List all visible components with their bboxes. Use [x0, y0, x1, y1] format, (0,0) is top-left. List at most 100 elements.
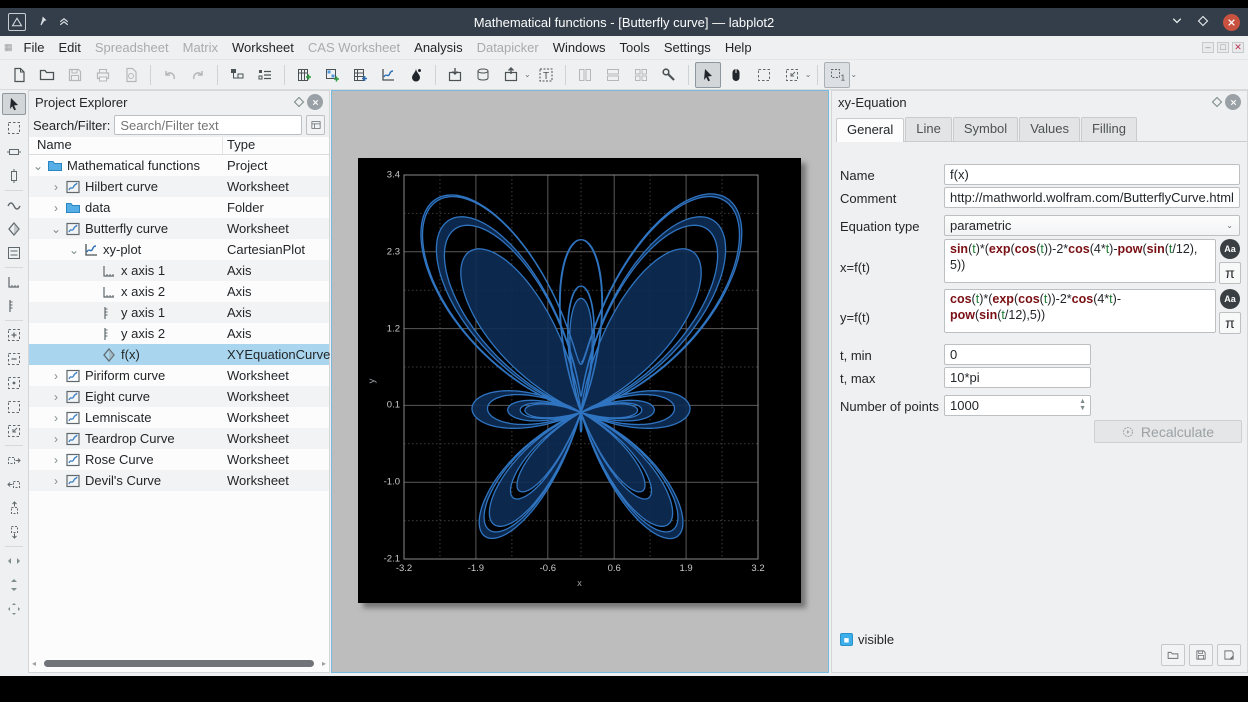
save-as-template-button[interactable] [1217, 644, 1241, 666]
tree-row-devil-s-curve[interactable]: ›Devil's CurveWorksheet [29, 470, 329, 491]
tab-symbol[interactable]: Symbol [953, 117, 1018, 141]
expand-icon[interactable]: › [51, 432, 61, 446]
spin-arrows-icon[interactable]: ▲▼ [1079, 398, 1086, 412]
expand-icon[interactable]: › [51, 201, 61, 215]
new-workbook-button[interactable] [347, 62, 373, 88]
expand-icon[interactable]: › [51, 474, 61, 488]
tab-values[interactable]: Values [1019, 117, 1080, 141]
export-button[interactable] [498, 62, 524, 88]
expand-icon[interactable]: › [51, 390, 61, 404]
navigate-mode-button[interactable] [723, 62, 749, 88]
shift-up-y-button[interactable] [2, 497, 26, 519]
shift-right-x-button[interactable] [2, 449, 26, 471]
comment-field[interactable]: http://mathworld.wolfram.com/ButterflyCu… [944, 187, 1240, 208]
zoom-select-mode-button[interactable] [751, 62, 777, 88]
toggle-project-explorer-button[interactable] [224, 62, 250, 88]
tree-row-teardrop-curve[interactable]: ›Teardrop CurveWorksheet [29, 428, 329, 449]
new-datapicker-button[interactable] [403, 62, 429, 88]
tree-row-x-axis-2[interactable]: x axis 2Axis [29, 281, 329, 302]
tree-row-hilbert-curve[interactable]: ›Hilbert curveWorksheet [29, 176, 329, 197]
tree-row-piriform-curve[interactable]: ›Piriform curveWorksheet [29, 365, 329, 386]
tree-row-y-axis-1[interactable]: y axis 1Axis [29, 302, 329, 323]
float-dock-icon[interactable] [1209, 94, 1225, 110]
auto-scale-x-button[interactable] [2, 550, 26, 572]
select-y-region-button[interactable] [2, 165, 26, 187]
add-x-axis-button[interactable] [2, 271, 26, 293]
menu-analysis[interactable]: Analysis [407, 37, 469, 58]
open-project-button[interactable] [34, 62, 60, 88]
scrollbar-thumb[interactable] [44, 660, 314, 667]
horizontal-scrollbar[interactable]: ◂ ▸ [32, 659, 326, 668]
tree-row-x-axis-1[interactable]: x axis 1Axis [29, 260, 329, 281]
zoom-fit-selection-button[interactable] [2, 420, 26, 442]
magnification-dropdown-icon[interactable]: ⌄ [850, 70, 857, 79]
load-template-button[interactable] [1161, 644, 1185, 666]
close-dock-icon[interactable] [1225, 94, 1241, 110]
x-constants-button[interactable]: π [1219, 262, 1241, 284]
float-window-icon[interactable] [1197, 15, 1209, 30]
expand-icon[interactable]: › [51, 453, 61, 467]
column-name[interactable]: Name [29, 137, 223, 154]
menu-file[interactable]: File [17, 37, 52, 58]
break-layout-button[interactable] [656, 62, 682, 88]
y-equation-field[interactable]: cos(t)*(exp(cos(t))-2*cos(4*t)-pow(sin(t… [944, 289, 1216, 333]
expand-icon[interactable]: › [51, 411, 61, 425]
visible-checkbox[interactable]: ■ [840, 633, 853, 646]
export-dropdown-icon[interactable]: ⌄ [524, 70, 531, 79]
tree-row-f-x-[interactable]: f(x)XYEquationCurve [29, 344, 329, 365]
menu-help[interactable]: Help [718, 37, 759, 58]
column-type[interactable]: Type [223, 137, 259, 154]
auto-scale-y-button[interactable] [2, 574, 26, 596]
tree-row-xy-plot[interactable]: ⌄xy-plotCartesianPlot [29, 239, 329, 260]
import-sql-button[interactable] [470, 62, 496, 88]
y-constants-button[interactable]: π [1219, 312, 1241, 334]
expand-icon[interactable]: › [51, 369, 61, 383]
zoom-fit-page-button[interactable] [2, 396, 26, 418]
shade-window-icon[interactable] [1171, 15, 1183, 30]
tree-row-mathematical-functions[interactable]: ⌄Mathematical functionsProject [29, 155, 329, 176]
add-equation-curve-button[interactable] [2, 218, 26, 240]
menu-worksheet[interactable]: Worksheet [225, 37, 301, 58]
scroll-left-arrow-icon[interactable]: ◂ [32, 659, 36, 668]
worksheet-page[interactable]: -3.2-1.9-0.60.61.93.23.42.31.20.1-1.0-2.… [358, 158, 801, 603]
add-y-axis-button[interactable] [2, 295, 26, 317]
zoom-fit-dropdown-icon[interactable]: ⌄ [805, 70, 812, 79]
select-x-region-button[interactable] [2, 141, 26, 163]
tree-column-headers[interactable]: Name Type [29, 137, 329, 155]
butterfly-curve[interactable] [421, 194, 742, 539]
close-window-icon[interactable] [1223, 14, 1240, 31]
new-worksheet-button[interactable] [375, 62, 401, 88]
tree-row-butterfly-curve[interactable]: ⌄Butterfly curveWorksheet [29, 218, 329, 239]
tmax-field[interactable]: 10*pi [944, 367, 1091, 388]
tmin-field[interactable]: 0 [944, 344, 1091, 365]
recalculate-button[interactable]: Recalculate [1094, 420, 1242, 443]
toggle-properties-explorer-button[interactable] [252, 62, 278, 88]
menu-settings[interactable]: Settings [657, 37, 718, 58]
collapse-icon[interactable]: ⌄ [69, 243, 79, 257]
name-field[interactable]: f(x) [944, 164, 1240, 185]
menu-edit[interactable]: Edit [51, 37, 87, 58]
save-template-button[interactable] [1189, 644, 1213, 666]
menu-tools[interactable]: Tools [612, 37, 656, 58]
shift-down-y-button[interactable] [2, 521, 26, 543]
y-functions-button[interactable]: Aa [1220, 289, 1240, 309]
tab-filling[interactable]: Filling [1081, 117, 1137, 141]
x-equation-field[interactable]: sin(t)*(exp(cos(t))-2*cos(4*t)-pow(sin(t… [944, 239, 1216, 283]
expand-icon[interactable]: › [51, 180, 61, 194]
import-file-button[interactable] [442, 62, 468, 88]
tab-general[interactable]: General [836, 118, 904, 142]
tree-row-rose-curve[interactable]: ›Rose CurveWorksheet [29, 449, 329, 470]
collapse-icon[interactable]: ⌄ [51, 222, 61, 236]
mdi-minimize-icon[interactable]: – [1202, 42, 1214, 53]
float-dock-icon[interactable] [291, 94, 307, 110]
text-label-button[interactable]: T [533, 62, 559, 88]
zoom-in-button[interactable] [2, 324, 26, 346]
zoom-out-button[interactable] [2, 348, 26, 370]
original-size-button[interactable] [2, 372, 26, 394]
new-project-button[interactable] [6, 62, 32, 88]
mdi-close-icon[interactable]: ✕ [1232, 42, 1244, 53]
magnification-button[interactable]: 1 [824, 62, 850, 88]
equation-type-select[interactable]: parametric⌄ [944, 215, 1240, 236]
tree-row-lemniscate[interactable]: ›LemniscateWorksheet [29, 407, 329, 428]
filter-options-button[interactable] [306, 115, 325, 135]
